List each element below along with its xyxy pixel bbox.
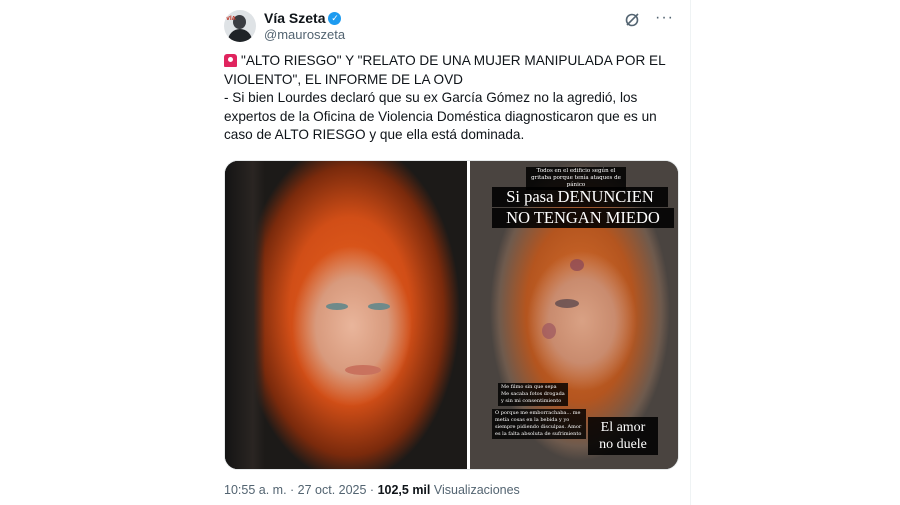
tweet-line-1: "ALTO RIESGO" Y "RELATO DE UNA MUJER MAN… xyxy=(224,53,666,87)
grok-icon[interactable] xyxy=(624,12,640,28)
tweet-media[interactable]: Todos en el edificio según el gritaba po… xyxy=(224,160,679,470)
author-avatar[interactable]: VÍA xyxy=(224,10,256,42)
photo-woman-bruised[interactable]: Todos en el edificio según el gritaba po… xyxy=(470,161,678,469)
views-label: Visualizaciones xyxy=(430,483,520,497)
author-handle[interactable]: @mauroszeta xyxy=(264,26,345,43)
tweet-header: VÍA Vía Szeta ✓ @mauroszeta ··· xyxy=(224,10,674,44)
author-display-name[interactable]: Vía Szeta xyxy=(264,10,325,26)
photo-woman-portrait[interactable] xyxy=(225,161,467,469)
more-options-icon[interactable]: ··· xyxy=(655,10,674,26)
tweet-text: "ALTO RIESGO" Y "RELATO DE UNA MUJER MAN… xyxy=(224,52,674,145)
tweet-timestamp[interactable]: 10:55 a. m. · 27 oct. 2025 · xyxy=(224,483,378,497)
tweet-meta: 10:55 a. m. · 27 oct. 2025 · 102,5 mil V… xyxy=(224,482,520,498)
views-count: 102,5 mil xyxy=(377,483,431,497)
story-caption-main: Si pasa DENUNCIEN NO TENGAN MIEDO xyxy=(492,187,674,229)
siren-emoji-icon xyxy=(224,54,237,67)
tweet-line-2: - Si bien Lourdes declaró que su ex Garc… xyxy=(224,90,657,142)
author-names: Vía Szeta ✓ @mauroszeta xyxy=(264,10,345,43)
story-note-1: Me filmo sin que sepa Me sacaba fotos dr… xyxy=(498,383,568,406)
verified-badge-icon: ✓ xyxy=(328,11,342,25)
story-caption-amor: El amor no duele xyxy=(588,417,658,455)
story-note-2: O porque me emborrachaba... me metía cos… xyxy=(492,409,586,439)
tweet-card: VÍA Vía Szeta ✓ @mauroszeta ··· "ALTO RI… xyxy=(208,0,691,505)
